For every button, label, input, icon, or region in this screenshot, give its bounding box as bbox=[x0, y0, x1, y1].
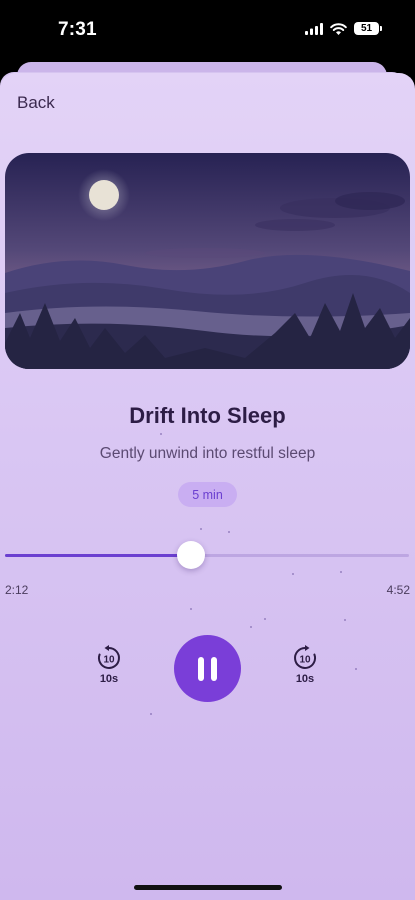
rewind-10-button[interactable]: 10 10s bbox=[94, 644, 124, 685]
session-title: Drift Into Sleep bbox=[129, 403, 286, 428]
elapsed-time: 2:12 bbox=[5, 583, 29, 597]
total-time: 4:52 bbox=[386, 583, 410, 597]
session-artwork bbox=[5, 153, 410, 369]
particle bbox=[292, 573, 294, 575]
duration-badge: 5 min bbox=[178, 482, 237, 507]
particle bbox=[250, 626, 252, 628]
rewind-label: 10s bbox=[99, 673, 119, 685]
back-button[interactable]: Back bbox=[17, 93, 55, 113]
status-time: 7:31 bbox=[58, 19, 97, 40]
forward-10-button[interactable]: 10 10s bbox=[290, 644, 320, 685]
particle bbox=[340, 571, 342, 573]
particle bbox=[264, 618, 266, 620]
progress-fill bbox=[5, 554, 191, 557]
particle bbox=[150, 713, 152, 715]
particle bbox=[200, 528, 202, 530]
player-sheet: Back Drift Into Sleep Gently unwind into… bbox=[0, 73, 415, 900]
session-subtitle: Gently unwind into restful sleep bbox=[99, 445, 316, 462]
pause-icon-bar bbox=[211, 656, 217, 681]
svg-text:10: 10 bbox=[103, 655, 115, 666]
particle bbox=[190, 608, 192, 610]
forward-label: 10s bbox=[295, 673, 315, 685]
status-bar: 7:31 51 bbox=[0, 0, 415, 62]
rewind-10-icon: 10 bbox=[98, 645, 120, 669]
battery-icon: 51 bbox=[354, 22, 382, 35]
status-icons: 51 bbox=[305, 22, 382, 35]
pause-icon bbox=[198, 656, 204, 681]
home-indicator[interactable] bbox=[134, 885, 282, 890]
particle bbox=[160, 433, 162, 435]
particle bbox=[344, 619, 346, 621]
particle bbox=[355, 668, 357, 670]
pause-button[interactable] bbox=[174, 635, 241, 702]
svg-text:10: 10 bbox=[299, 655, 311, 666]
progress-slider[interactable] bbox=[5, 541, 409, 569]
forward-10-icon: 10 bbox=[294, 645, 316, 669]
progress-thumb[interactable] bbox=[176, 541, 205, 569]
cellular-signal-icon bbox=[305, 22, 323, 35]
wifi-icon bbox=[330, 22, 347, 35]
particle bbox=[228, 531, 230, 533]
